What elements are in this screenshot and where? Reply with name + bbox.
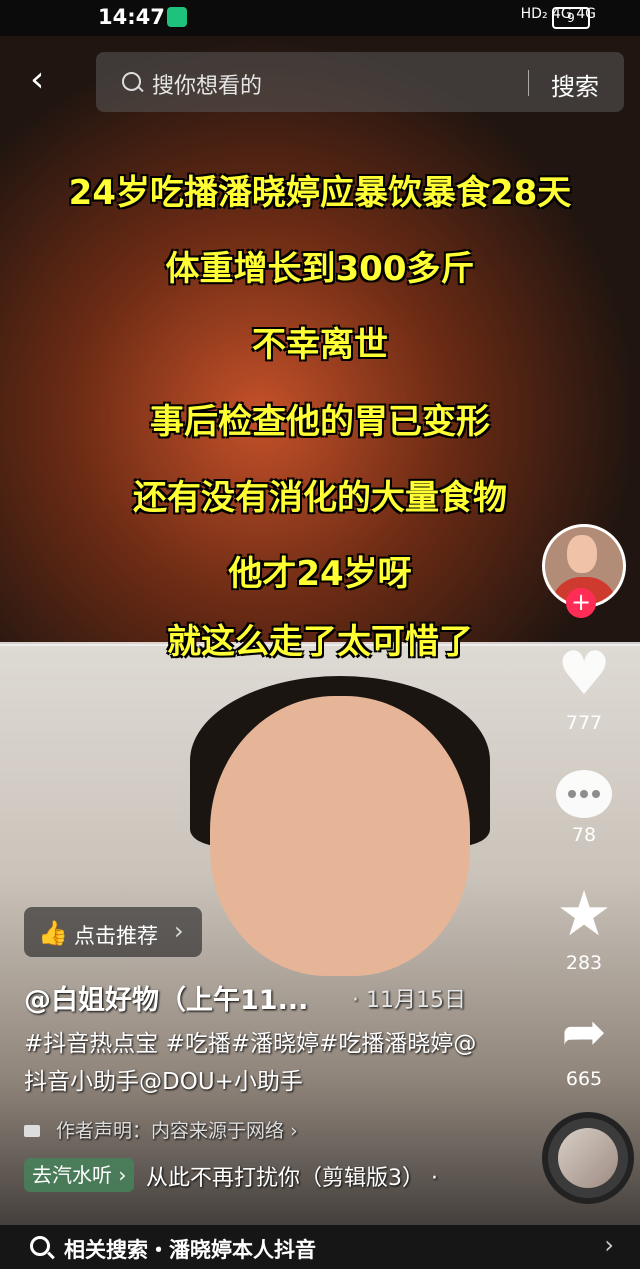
- search-placeholder: 搜你想看的: [152, 74, 263, 99]
- caption-line: 体重增长到300多斤: [165, 249, 475, 289]
- caption-line: 事后检查他的胃已变形: [150, 402, 490, 442]
- music-disc[interactable]: [542, 1112, 634, 1204]
- search-input[interactable]: 搜你想看的 搜索: [96, 52, 624, 112]
- declaration-text: 作者声明：内容来源于网络 ›: [56, 1120, 298, 1142]
- search-button[interactable]: 搜索: [551, 67, 599, 102]
- recommend-label: 点击推荐: [74, 924, 158, 948]
- search-icon: [30, 1236, 50, 1256]
- status-bar: 14:47 HD₂ 4G 4G 9: [0, 0, 640, 36]
- comment-button[interactable]: 78: [542, 770, 626, 846]
- chevron-right-icon: ›: [174, 917, 184, 945]
- caption-line: 还有没有消化的大量食物: [133, 478, 507, 518]
- back-icon[interactable]: ‹: [30, 62, 66, 98]
- top-bar: ‹ 搜你想看的 搜索: [0, 52, 640, 112]
- related-search-text: 相关搜索・潘晓婷本人抖音: [64, 1238, 316, 1262]
- post-date: · 11月15日: [352, 988, 466, 1013]
- author-name[interactable]: @白姐好物（上午11...: [24, 978, 308, 1017]
- search-divider: [528, 70, 529, 96]
- music-row[interactable]: 去汽水听 › 从此不再打扰你（剪辑版3） ·: [24, 1158, 494, 1192]
- chevron-right-icon: ›: [604, 1231, 614, 1259]
- heart-icon: ♥: [557, 639, 611, 709]
- thumbs-up-icon: 👍: [38, 919, 68, 947]
- favorite-button[interactable]: ★ 283: [542, 877, 626, 975]
- caption-line: 24岁吃播潘晓婷应暴饮暴食28天: [68, 173, 572, 213]
- music-cover: [558, 1128, 618, 1188]
- caption-line: 不幸离世: [252, 325, 388, 365]
- like-count: 777: [565, 712, 603, 734]
- author-declaration[interactable]: 作者声明：内容来源于网络 ›: [24, 1116, 298, 1143]
- status-time: 14:47: [98, 5, 165, 29]
- avatar-face: [567, 535, 597, 573]
- music-title: 从此不再打扰你（剪辑版3） ·: [146, 1166, 438, 1191]
- post-description[interactable]: #抖音热点宝 #吃播#潘晓婷#吃播潘晓婷@抖音小助手@DOU+小助手: [24, 1025, 494, 1101]
- comment-count: 78: [571, 824, 597, 846]
- related-search-bar[interactable]: 相关搜索・潘晓婷本人抖音 ›: [0, 1225, 640, 1269]
- comment-icon: [556, 770, 612, 818]
- search-icon: [122, 72, 141, 91]
- battery-icon: 9: [552, 7, 590, 29]
- open-in-qishui-button[interactable]: 去汽水听 ›: [24, 1158, 135, 1192]
- recommend-button[interactable]: 👍 点击推荐 ›: [24, 907, 202, 957]
- share-icon: ➦: [561, 1000, 607, 1063]
- like-button[interactable]: ♥ 777: [542, 642, 626, 734]
- favorite-count: 283: [565, 952, 603, 974]
- share-button[interactable]: ➦ 665: [542, 1000, 626, 1091]
- notification-icon: [167, 7, 187, 27]
- video-person-face: [210, 696, 470, 976]
- megaphone-icon: [24, 1125, 40, 1137]
- star-icon: ★: [556, 877, 612, 950]
- follow-button[interactable]: +: [566, 588, 596, 618]
- share-count: 665: [565, 1068, 603, 1090]
